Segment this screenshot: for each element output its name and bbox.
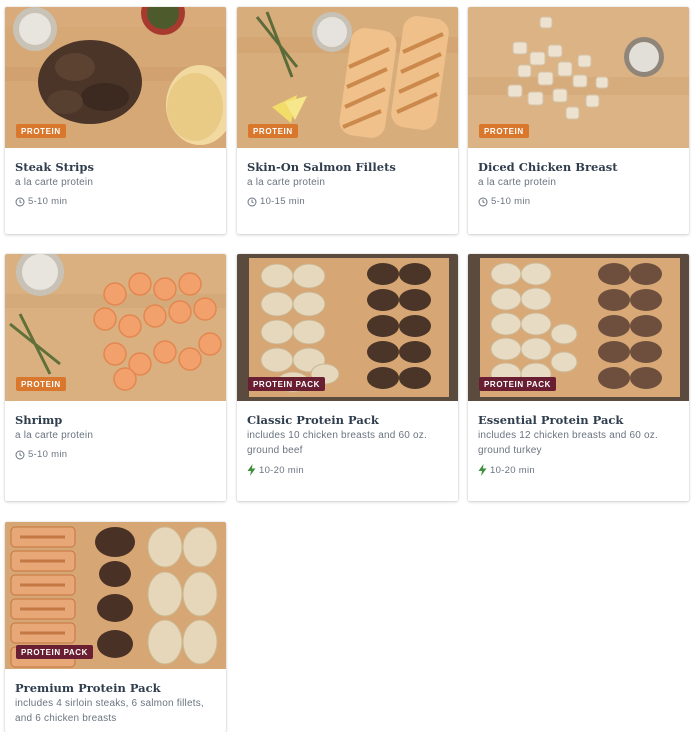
protein-badge: PROTEIN [479,124,529,138]
cook-time: 10-20 min [478,464,679,476]
cook-time-label: 5-10 min [491,196,531,207]
product-subtitle: a la carte protein [478,177,557,188]
product-image-shrimp[interactable]: PROTEIN [5,254,226,401]
product-image-salmon-fillets[interactable]: PROTEIN [237,7,458,148]
product-title[interactable]: Shrimp [15,413,216,427]
clock-icon [15,197,25,207]
protein-badge: PROTEIN [16,124,66,138]
bolt-icon [478,464,487,476]
cook-time-label: 10-15 min [260,196,305,207]
protein-badge: PROTEIN [248,124,298,138]
product-image-steak-strips[interactable]: PROTEIN [5,7,226,148]
cook-time: 5-10 min [15,196,216,207]
product-subtitle: a la carte protein [247,177,326,188]
product-image-essential-protein-pack[interactable]: PROTEIN PACK [468,254,689,401]
cook-time-label: 10-20 min [490,464,535,476]
product-subtitle: includes 10 chicken breasts and 60 oz. g… [247,430,427,456]
product-subtitle: a la carte protein [15,177,94,188]
cook-time-label: 10-20 min [259,464,304,476]
product-card-shrimp[interactable]: PROTEIN Shrimp a la carte protein 5-10 m… [5,254,226,501]
product-title[interactable]: Skin-On Salmon Fillets [247,160,448,174]
cook-time: 5-10 min [478,196,679,207]
cook-time-label: 5-10 min [28,196,68,207]
product-card-premium-protein-pack[interactable]: PROTEIN PACK Premium Protein Pack includ… [5,522,226,732]
product-title[interactable]: Essential Protein Pack [478,413,679,427]
product-card-steak-strips[interactable]: PROTEIN Steak Strips a la carte protein … [5,7,226,234]
product-subtitle: includes 4 sirloin steaks, 6 salmon fill… [15,698,204,724]
protein-pack-badge: PROTEIN PACK [479,377,557,391]
clock-icon [247,197,257,207]
clock-icon [15,450,25,460]
product-title[interactable]: Premium Protein Pack [15,681,216,695]
protein-pack-badge: PROTEIN PACK [16,645,94,659]
bolt-icon [247,464,256,476]
product-subtitle: a la carte protein [15,430,94,441]
product-image-premium-protein-pack[interactable]: PROTEIN PACK [5,522,226,669]
protein-badge: PROTEIN [16,377,66,391]
clock-icon [478,197,488,207]
product-image-classic-protein-pack[interactable]: PROTEIN PACK [237,254,458,401]
product-title[interactable]: Steak Strips [15,160,216,174]
cook-time-label: 5-10 min [28,449,68,460]
product-card-essential-protein-pack[interactable]: PROTEIN PACK Essential Protein Pack incl… [468,254,689,501]
product-title[interactable]: Classic Protein Pack [247,413,448,427]
product-card-classic-protein-pack[interactable]: PROTEIN PACK Classic Protein Pack includ… [237,254,458,501]
cook-time: 10-15 min [247,196,448,207]
cook-time: 5-10 min [15,449,216,460]
product-image-diced-chicken[interactable]: PROTEIN [468,7,689,148]
protein-pack-badge: PROTEIN PACK [248,377,326,391]
product-subtitle: includes 12 chicken breasts and 60 oz. g… [478,430,658,456]
product-card-diced-chicken[interactable]: PROTEIN Diced Chicken Breast a la carte … [468,7,689,234]
product-title[interactable]: Diced Chicken Breast [478,160,679,174]
product-card-salmon-fillets[interactable]: PROTEIN Skin-On Salmon Fillets a la cart… [237,7,458,234]
cook-time: 10-20 min [247,464,448,476]
